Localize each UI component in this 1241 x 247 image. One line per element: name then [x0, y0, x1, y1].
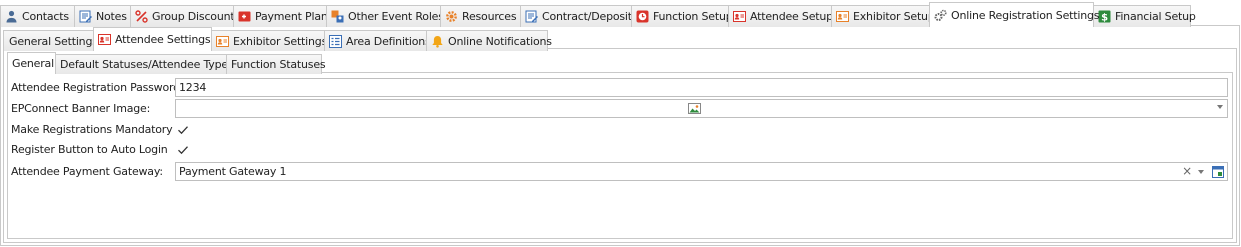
payment-card-icon — [238, 11, 251, 22]
tab-label: Function Setup — [653, 10, 733, 23]
id-card-red-icon — [98, 34, 111, 45]
contract-edit-icon — [525, 10, 538, 23]
note-edit-icon — [79, 10, 92, 23]
tab-label: Attendee Setup — [750, 10, 833, 23]
chevron-down-icon[interactable] — [1198, 170, 1204, 174]
tab-label: Online Registration Settings — [951, 8, 1100, 22]
tab-other-event-roles[interactable]: Other Event Roles — [326, 5, 444, 27]
id-card-orange-icon — [836, 11, 849, 22]
dollar-icon: $ — [1098, 10, 1111, 23]
banner-image-field[interactable] — [175, 99, 1228, 118]
svg-text:$: $ — [1101, 13, 1108, 24]
tab-online-registration-settings[interactable]: Online Registration Settings — [929, 2, 1100, 27]
tab-label: Resources — [462, 10, 517, 23]
gateway-value: Payment Gateway 1 — [179, 165, 287, 178]
tab-function-statuses[interactable]: Function Statuses — [226, 54, 326, 74]
tab-resources[interactable]: Resources — [440, 5, 521, 27]
tab-label: Default Statuses/Attendee Types — [60, 58, 234, 71]
password-value: 1234 — [179, 81, 207, 94]
tab-label: Exhibitor Settings — [233, 34, 328, 48]
tab-label: Exhibitor Setup — [853, 10, 935, 23]
tab-general-settings[interactable]: General Settings — [3, 30, 98, 51]
tab-label: Payment Plan — [255, 10, 328, 23]
id-card-red-icon — [733, 11, 746, 22]
person-icon — [6, 10, 17, 23]
tab-exhibitor-setup[interactable]: Exhibitor Setup — [831, 5, 935, 27]
mandatory-checkbox[interactable] — [176, 123, 190, 137]
tab-attendee-settings[interactable]: Attendee Settings — [93, 27, 212, 51]
autologin-checkbox[interactable] — [176, 143, 190, 157]
roles-icon — [331, 10, 344, 23]
tab-label: Group Discounts — [152, 10, 241, 23]
tab-label: Contract/Deposit — [542, 10, 632, 23]
password-label: Attendee Registration Password: — [11, 81, 184, 94]
tab-label: Online Notifications — [448, 34, 552, 48]
mandatory-label: Make Registrations Mandatory — [11, 123, 173, 136]
tab-label: Other Event Roles — [348, 10, 444, 23]
gear-orange-icon — [446, 11, 457, 22]
percent-icon — [135, 10, 148, 23]
tab-label: Attendee Settings — [115, 33, 211, 46]
tab-default-statuses-attendee-types[interactable]: Default Statuses/Attendee Types — [55, 54, 234, 74]
tab-label: Function Statuses — [231, 58, 326, 71]
tab-payment-plan[interactable]: Payment Plan — [233, 5, 328, 27]
chevron-down-icon[interactable] — [1217, 105, 1223, 109]
tab-label: General Settings — [9, 34, 98, 48]
gateway-label: Attendee Payment Gateway: — [11, 165, 163, 178]
id-card-orange-icon — [216, 35, 229, 47]
bell-icon — [432, 35, 443, 48]
sub-tab-strip: General Settings Attendee Settings Exhib… — [3, 27, 552, 51]
tab-financial-setup[interactable]: $ Financial Setup — [1093, 5, 1196, 27]
clock-red-icon — [636, 10, 649, 23]
tab-exhibitor-settings[interactable]: Exhibitor Settings — [211, 30, 328, 51]
general-tab-panel — [7, 72, 1233, 239]
tab-online-notifications[interactable]: Online Notifications — [426, 30, 552, 51]
tab-general[interactable]: General — [7, 52, 56, 74]
tab-area-definitions[interactable]: Area Definitions — [324, 30, 431, 51]
gateway-select[interactable]: Payment Gateway 1 × — [175, 162, 1228, 181]
tab-label: Contacts — [22, 10, 69, 23]
tab-group-discounts[interactable]: Group Discounts — [130, 5, 240, 27]
image-icon — [688, 103, 701, 114]
gears-icon — [934, 9, 947, 21]
banner-image-label: EPConnect Banner Image: — [11, 102, 151, 115]
general-tab-strip: General Default Statuses/Attendee Types … — [7, 52, 326, 74]
tab-function-setup[interactable]: Function Setup — [631, 5, 733, 27]
tab-contract-deposit[interactable]: Contract/Deposit — [520, 5, 632, 27]
tab-notes[interactable]: Notes — [74, 5, 131, 27]
tab-contacts[interactable]: Contacts — [0, 5, 75, 27]
tab-label: Notes — [96, 10, 127, 23]
tab-label: General — [12, 57, 54, 70]
autologin-label: Register Button to Auto Login — [11, 143, 168, 156]
list-icon — [329, 34, 342, 48]
tab-attendee-setup[interactable]: Attendee Setup — [728, 5, 833, 27]
top-tab-strip: Contacts Notes Group Discounts Payment P… — [0, 2, 1196, 27]
clear-icon[interactable]: × — [1182, 164, 1192, 178]
tab-label: Area Definitions — [346, 34, 431, 48]
tab-label: Financial Setup — [1115, 10, 1196, 23]
password-field[interactable]: 1234 — [175, 78, 1228, 97]
open-window-icon[interactable] — [1212, 166, 1224, 178]
